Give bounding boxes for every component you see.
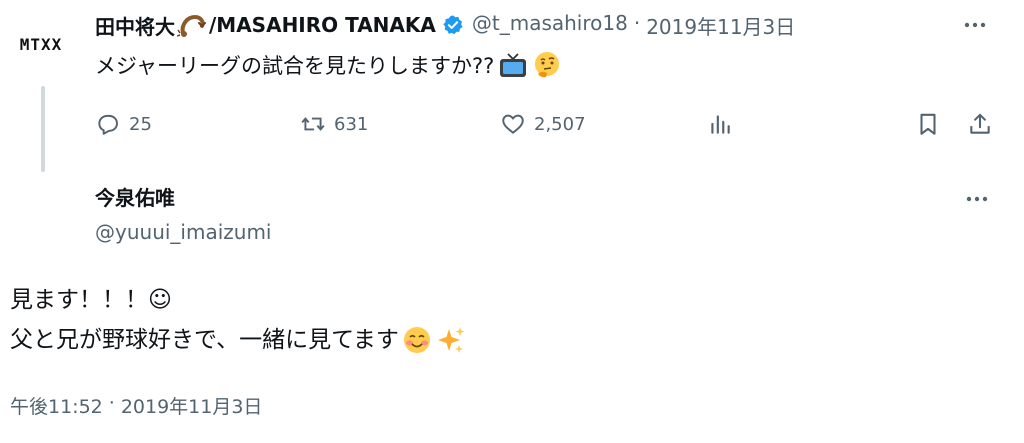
- author-name-part1: 田中将大: [95, 14, 175, 39]
- reply-line-2: 父と兄が野球好きで、一緒に見てます: [10, 320, 467, 360]
- sparkles-icon: [437, 327, 465, 353]
- verified-badge-icon: [443, 15, 463, 35]
- tweet-date[interactable]: 2019年11月3日: [646, 11, 795, 40]
- reply-line-2-text: 父と兄が野球好きで、一緒に見てます: [10, 327, 399, 353]
- tweet-header: 田中将大 /MASAHIRO TANAKA @t_masahiro18 · 20…: [95, 10, 795, 40]
- scorpion-icon: [177, 14, 206, 37]
- reply-icon: [98, 114, 118, 135]
- share-icon: [970, 113, 990, 134]
- retweet-button[interactable]: 631: [300, 106, 368, 142]
- reply-line-1: 見ます！！！☺︎: [10, 280, 467, 320]
- reply-author-name[interactable]: 今泉佑唯: [95, 182, 175, 211]
- reply-time: 午後11:52: [10, 396, 103, 418]
- action-bar: 25 631 2,507: [95, 106, 1000, 142]
- reply-count: 25: [129, 113, 152, 135]
- more-icon: [966, 196, 988, 202]
- thinking-face-icon: [535, 52, 560, 78]
- tweet-text: メジャーリーグの試合を見たりしますか??: [95, 50, 562, 80]
- reply-timestamp[interactable]: 午後11:52 · 2019年11月3日: [10, 392, 262, 419]
- views-button[interactable]: [707, 106, 733, 142]
- thread-line: [41, 86, 45, 172]
- more-icon: [964, 22, 986, 28]
- more-options-button[interactable]: [960, 12, 990, 38]
- reply-line-1-text: 見ます！！！☺︎: [10, 287, 172, 313]
- author-name[interactable]: 田中将大 /MASAHIRO TANAKA: [95, 11, 436, 40]
- bookmark-icon: [920, 113, 936, 135]
- author-handle[interactable]: @t_masahiro18: [472, 11, 628, 40]
- reply-button[interactable]: 25: [95, 106, 152, 142]
- tv-icon: [500, 53, 527, 77]
- like-button[interactable]: 2,507: [500, 106, 586, 142]
- smiling-blush-icon: [403, 327, 430, 353]
- reply-text: 見ます！！！☺︎ 父と兄が野球好きで、一緒に見てます: [10, 280, 467, 360]
- author-name-part2: /MASAHIRO TANAKA: [209, 13, 436, 37]
- separator: ·: [633, 10, 641, 35]
- share-button[interactable]: [967, 106, 993, 142]
- retweet-icon: [301, 117, 325, 131]
- bookmark-button[interactable]: [915, 106, 941, 142]
- reply-date: 2019年11月3日: [120, 396, 263, 418]
- separator: ·: [108, 392, 115, 414]
- reply-author-handle[interactable]: @yuuui_imaizumi: [95, 220, 271, 244]
- avatar[interactable]: MTXX: [6, 14, 76, 74]
- handle-date: @t_masahiro18 · 2019年11月3日: [472, 11, 795, 40]
- retweet-count: 631: [334, 113, 369, 135]
- heart-icon: [502, 114, 524, 134]
- analytics-icon: [711, 115, 730, 134]
- tweet-body: メジャーリーグの試合を見たりしますか??: [95, 54, 495, 78]
- like-count: 2,507: [534, 113, 586, 135]
- reply-more-options-button[interactable]: [962, 186, 992, 212]
- avatar-logo: MTXX: [19, 34, 63, 54]
- parent-tweet: MTXX 田中将大 /MASAHIRO TANAKA @t_masahiro18…: [0, 0, 1024, 180]
